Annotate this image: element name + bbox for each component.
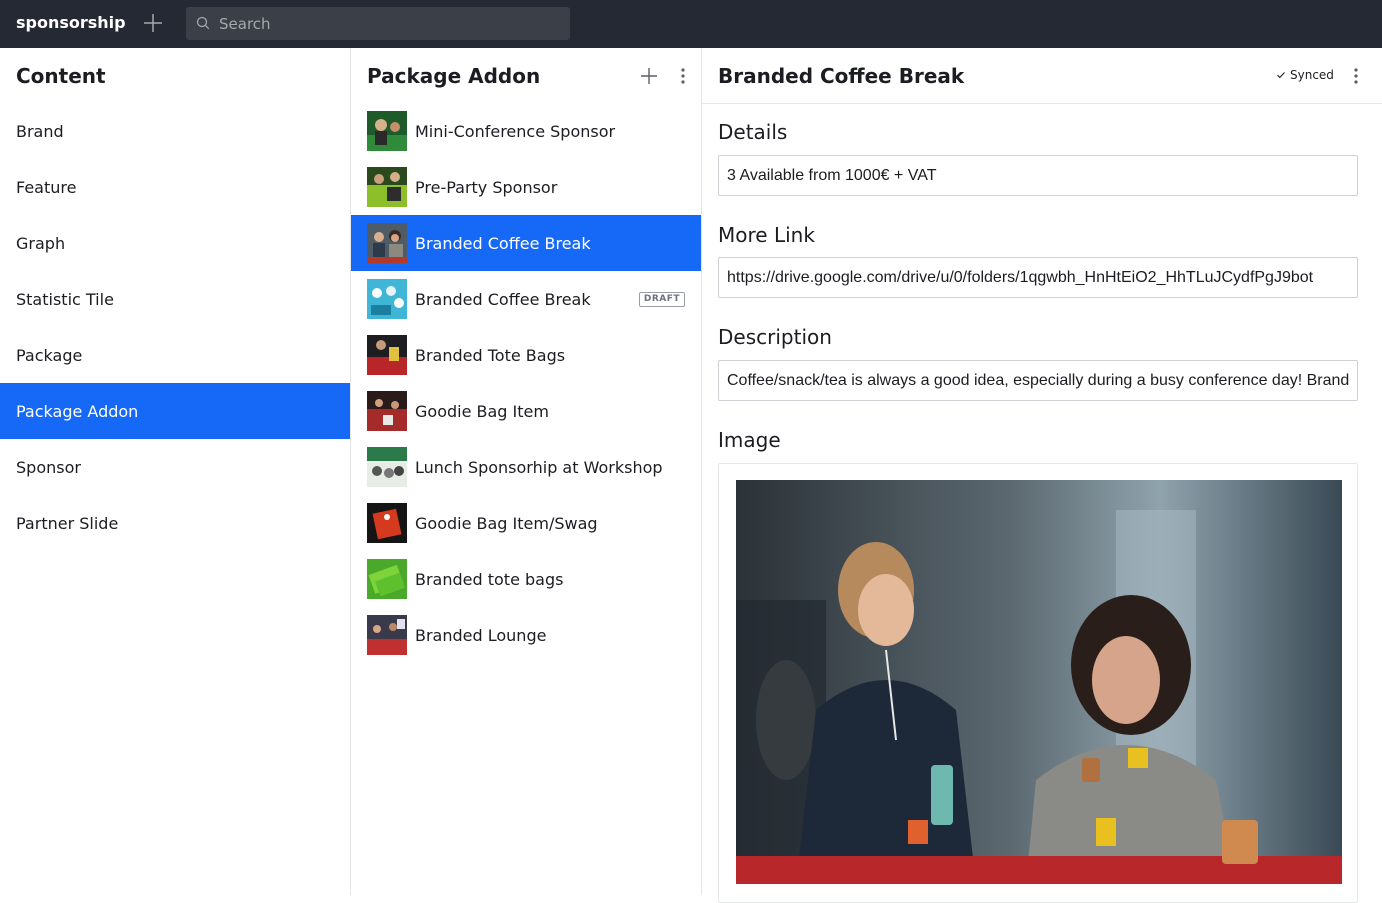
document-thumbnail <box>367 391 407 431</box>
content-item-brand[interactable]: Brand <box>0 103 350 159</box>
content-item-partner-slide[interactable]: Partner Slide <box>0 495 350 551</box>
document-thumbnail <box>367 167 407 207</box>
list-item[interactable]: Mini-Conference Sponsor <box>351 103 701 159</box>
document-title: Branded Coffee Break <box>718 64 965 88</box>
list-item[interactable]: Branded Coffee Break DRAFT <box>351 271 701 327</box>
search-icon <box>196 16 210 30</box>
list-pane-title: Package Addon <box>367 64 541 88</box>
list-item[interactable]: Pre-Party Sponsor <box>351 159 701 215</box>
content-item-package-addon[interactable]: Package Addon <box>0 383 350 439</box>
list-item[interactable]: Goodie Bag Item/Swag <box>351 495 701 551</box>
list-item[interactable]: Branded Lounge <box>351 607 701 663</box>
image-label: Image <box>718 428 781 452</box>
draft-badge: DRAFT <box>638 292 685 307</box>
search-placeholder: Search <box>219 15 271 33</box>
list-menu-icon[interactable] <box>680 67 686 85</box>
content-item-feature[interactable]: Feature <box>0 159 350 215</box>
document-menu-icon[interactable] <box>1353 67 1359 85</box>
app-name[interactable]: sponsorship <box>16 13 126 32</box>
create-document-icon[interactable] <box>639 66 659 86</box>
image-field[interactable] <box>718 463 1358 903</box>
document-thumbnail <box>367 503 407 543</box>
document-thumbnail <box>367 559 407 599</box>
editor-header: Branded Coffee Break Synced <box>702 48 1382 104</box>
document-list-pane: Package Addon Mini-Conference Sponsor Pr… <box>351 48 702 895</box>
list-item[interactable]: Lunch Sponsorhip at Workshop <box>351 439 701 495</box>
sync-status: Synced <box>1276 68 1334 82</box>
details-field[interactable]: 3 Available from 1000€ + VAT <box>718 155 1358 196</box>
list-item[interactable]: Branded Coffee Break <box>351 215 701 271</box>
document-thumbnail <box>367 279 407 319</box>
list-item[interactable]: Branded tote bags <box>351 551 701 607</box>
document-thumbnail <box>367 111 407 151</box>
list-item[interactable]: Branded Tote Bags <box>351 327 701 383</box>
document-thumbnail <box>367 335 407 375</box>
search-input[interactable]: Search <box>186 7 570 40</box>
more-link-field[interactable]: https://drive.google.com/drive/u/0/folde… <box>718 257 1358 298</box>
content-item-package[interactable]: Package <box>0 327 350 383</box>
list-item[interactable]: Goodie Bag Item <box>351 383 701 439</box>
document-thumbnail <box>367 447 407 487</box>
content-item-sponsor[interactable]: Sponsor <box>0 439 350 495</box>
image-preview <box>736 480 1342 884</box>
document-thumbnail <box>367 615 407 655</box>
description-label: Description <box>718 325 832 349</box>
check-icon <box>1277 72 1285 79</box>
plus-icon[interactable] <box>143 13 163 33</box>
content-pane: Content Brand Feature Graph Statistic Ti… <box>0 48 351 895</box>
description-field[interactable]: Coffee/snack/tea is always a good idea, … <box>718 360 1358 401</box>
content-item-statistic-tile[interactable]: Statistic Tile <box>0 271 350 327</box>
content-pane-title: Content <box>16 64 106 88</box>
content-item-graph[interactable]: Graph <box>0 215 350 271</box>
details-label: Details <box>718 120 788 144</box>
more-link-label: More Link <box>718 223 815 247</box>
top-bar: sponsorship Search <box>0 0 1382 48</box>
document-thumbnail <box>367 223 407 263</box>
document-editor-pane: Branded Coffee Break Synced Details 3 Av… <box>702 48 1382 903</box>
